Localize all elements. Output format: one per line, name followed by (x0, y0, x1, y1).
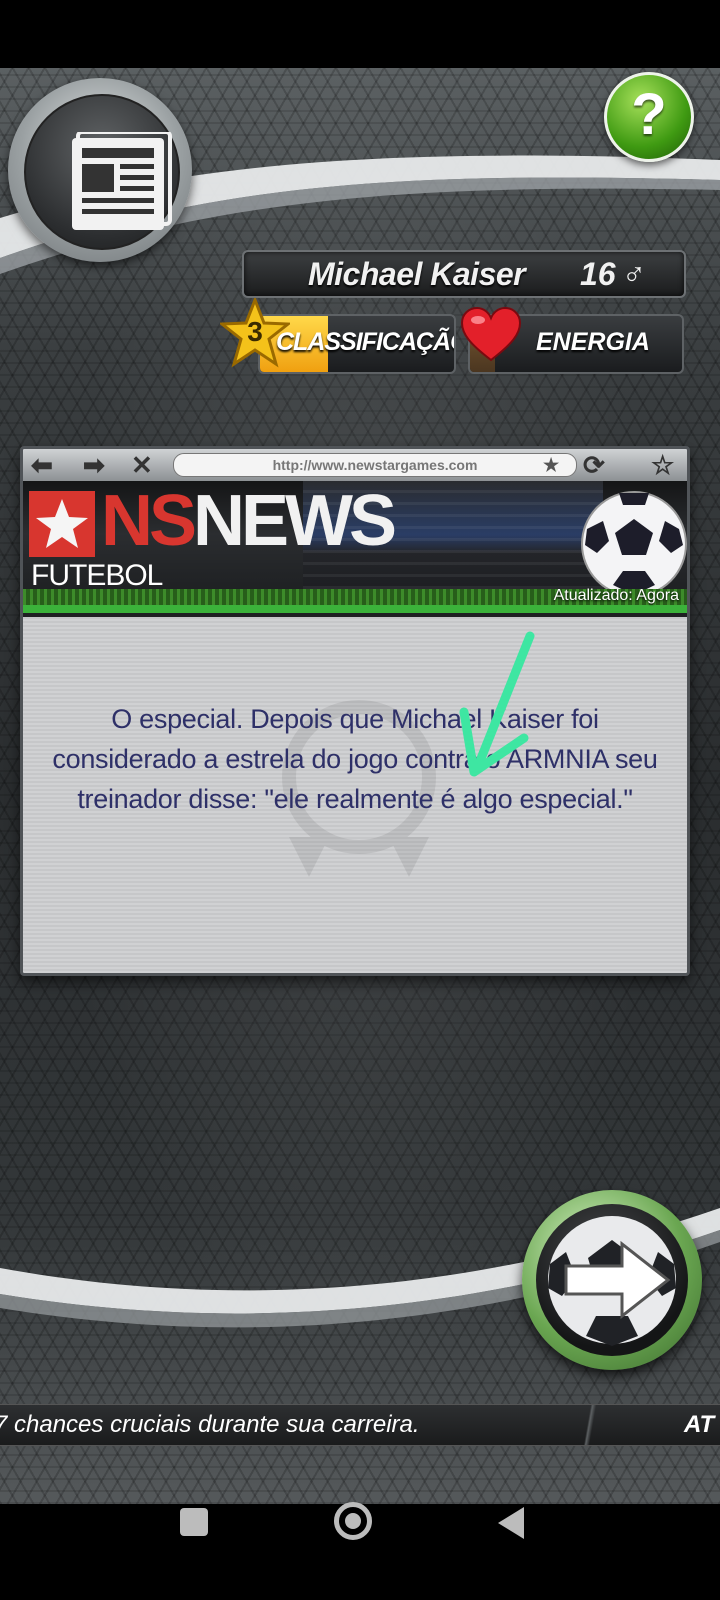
soccer-ball-arrow-icon (548, 1216, 676, 1346)
brand-news: NEWS (193, 481, 397, 561)
player-age: 16 (580, 256, 616, 292)
home-icon[interactable] (334, 1502, 372, 1540)
rank-label: CLASSIFICAÇÃO (276, 328, 456, 356)
section-label: FUTEBOL (31, 559, 163, 592)
help-button[interactable]: ? (604, 72, 694, 162)
heart-icon (460, 306, 522, 362)
star-logo-icon (36, 499, 88, 548)
brand-ns: NS (101, 481, 197, 561)
back-icon[interactable] (498, 1507, 524, 1539)
refresh-icon: ⟳ (583, 450, 605, 480)
browser-toolbar: ⬅ ➡ ✕ http://www.newstargames.com ★ ⟳ ☆ (23, 449, 687, 481)
back-arrow-icon: ⬅ (31, 450, 53, 480)
bookmark-star-icon: ★ (543, 455, 560, 475)
close-icon: ✕ (131, 450, 153, 480)
next-button[interactable] (522, 1190, 702, 1370)
energy-label: ENERGIA (536, 328, 650, 356)
system-nav-bar (0, 1502, 720, 1600)
recent-apps-icon[interactable] (180, 1508, 208, 1536)
brand-star-logo (29, 491, 95, 557)
news-browser-panel: ⬅ ➡ ✕ http://www.newstargames.com ★ ⟳ ☆ … (20, 446, 690, 976)
newspaper-icon (72, 132, 172, 230)
news-article-text: O especial. Depois que Michael Kaiser fo… (52, 704, 658, 814)
status-bar (0, 0, 720, 68)
favorites-icon: ☆ (651, 450, 675, 480)
player-name: Michael Kaiser (308, 256, 526, 292)
question-mark-icon: ? (631, 82, 667, 147)
news-button-face (24, 94, 180, 250)
news-button[interactable] (8, 78, 192, 262)
ticker-divider (576, 1405, 606, 1445)
news-ticker: 7 chances cruciais durante sua carreira.… (0, 1404, 720, 1446)
ticker-next-text: AT (684, 1411, 715, 1438)
green-stripe (23, 605, 687, 613)
brand-title: NSNEWS (101, 481, 397, 563)
player-info-bar: Michael Kaiser 16 ♂ (242, 250, 686, 298)
next-button-face (536, 1204, 688, 1356)
ticker-text: 7 chances cruciais durante sua carreira. (0, 1411, 420, 1438)
forward-arrow-icon: ➡ (83, 450, 105, 480)
news-banner: NSNEWS FUTEBOL Atualizado: Agora (23, 481, 687, 613)
news-article-area: O especial. Depois que Michael Kaiser fo… (23, 617, 687, 973)
url-field: http://www.newstargames.com (173, 453, 577, 477)
male-icon: ♂ (622, 256, 646, 292)
soccer-ball-icon (581, 491, 687, 597)
rank-level: 3 (247, 316, 263, 347)
updated-label: Atualizado: Agora (553, 587, 679, 604)
annotation-arrow-icon (459, 631, 535, 777)
